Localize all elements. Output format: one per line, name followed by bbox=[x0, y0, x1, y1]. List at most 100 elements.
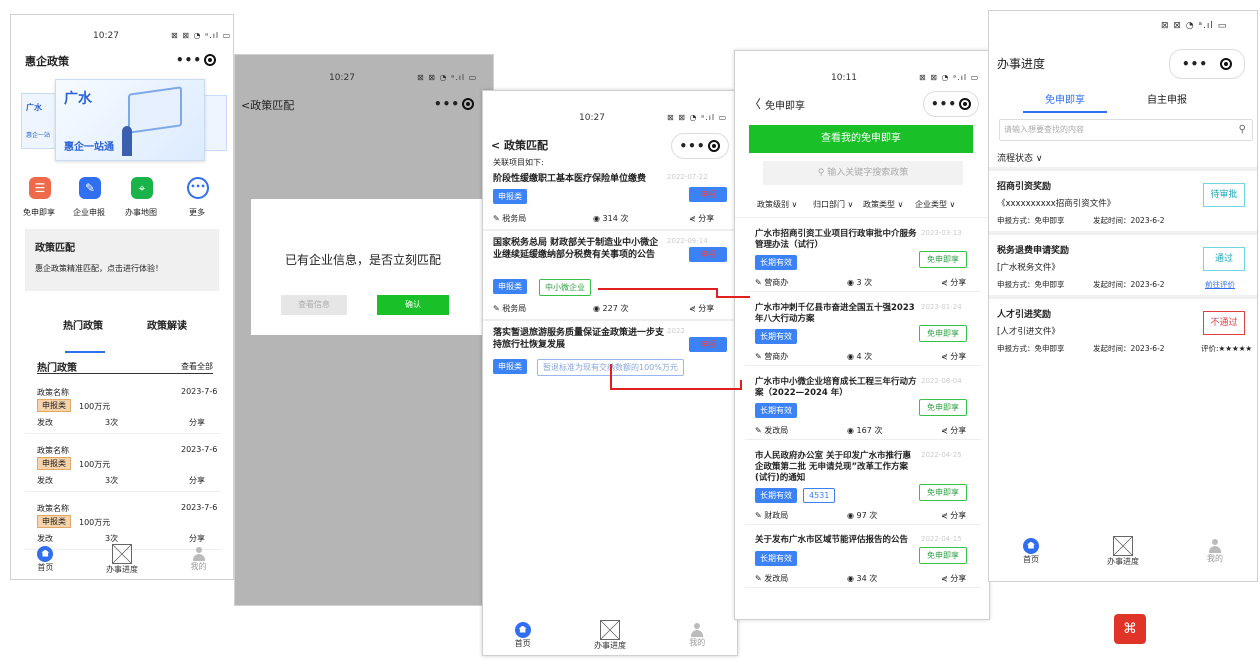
hot-view-all[interactable]: 查看全部 bbox=[181, 361, 213, 372]
tab-home-label: 首页 bbox=[1023, 554, 1039, 564]
policy-item-title[interactable]: 国家税务总局 财政部关于制造业中小微企业继续延缓缴纳部分税费有关事项的公告 bbox=[493, 237, 665, 261]
progress-item-title[interactable]: 人才引进奖励 bbox=[997, 307, 1051, 320]
policy-item-dept: ✎ 发改局 bbox=[755, 573, 788, 584]
more-icon[interactable]: ••• bbox=[1182, 57, 1208, 71]
hot-item-share[interactable]: 分享 bbox=[189, 417, 205, 428]
capsule-menu[interactable]: ••• bbox=[923, 91, 979, 117]
policy-item-share[interactable]: ⋞ 分享 bbox=[941, 277, 966, 288]
tab-mianshen[interactable]: 免申即享 bbox=[1045, 91, 1085, 106]
policy-item-share[interactable]: ⋞ 分享 bbox=[941, 573, 966, 584]
flow-status-filter[interactable]: 流程状态 ∨ bbox=[997, 151, 1042, 164]
match-dialog: 已有企业信息，是否立刻匹配 查看信息 确认 bbox=[251, 199, 493, 335]
tab-progress[interactable]: 办事进度 bbox=[105, 543, 138, 575]
more-icon[interactable]: ••• bbox=[679, 139, 705, 153]
policy-item-title[interactable]: 市人民政府办公室 关于印发广水市推行惠企政策第二批 无申请兑现”改革工作方案(试… bbox=[755, 451, 917, 484]
progress-item-doc: [广水税务文件》 bbox=[997, 263, 1060, 273]
tab-progress-label: 办事进度 bbox=[105, 564, 138, 574]
search-input[interactable]: ⚲ 输入关键字搜索政策 bbox=[763, 161, 963, 185]
filter-type[interactable]: 政策类型 ∨ bbox=[863, 199, 903, 210]
icon-more[interactable]: ••• bbox=[187, 177, 209, 199]
tab-hot-policy[interactable]: 热门政策 bbox=[63, 317, 103, 332]
hot-item-share[interactable]: 分享 bbox=[189, 475, 205, 486]
connector-line bbox=[610, 364, 612, 390]
tab-me[interactable]: 我的 bbox=[689, 622, 705, 648]
page-title: 惠企政策 bbox=[25, 55, 69, 68]
hot-item-name[interactable]: 政策名称 bbox=[37, 503, 69, 514]
page-title[interactable]: < 政策匹配 bbox=[491, 137, 548, 153]
policy-item-date: 2022-07-22 bbox=[667, 173, 708, 181]
capsule-menu[interactable]: ••• bbox=[427, 91, 481, 117]
home-icon bbox=[1023, 537, 1039, 554]
policy-item-share[interactable]: ⋞ 分享 bbox=[941, 510, 966, 521]
progress-status-badge[interactable]: 不通过 bbox=[1203, 311, 1245, 335]
tab-me-label: 我的 bbox=[1207, 553, 1223, 563]
policy-item-share[interactable]: ⋞ 分享 bbox=[689, 303, 714, 314]
policy-item-title[interactable]: 落实暂退旅游服务质量保证金政策进一步支持旅行社恢复发展 bbox=[493, 327, 665, 351]
progress-status-badge[interactable]: 通过 bbox=[1203, 247, 1245, 271]
progress-status-badge[interactable]: 待审批 bbox=[1203, 183, 1245, 207]
filter-company[interactable]: 企业类型 ∨ bbox=[915, 199, 955, 210]
hot-item-name[interactable]: 政策名称 bbox=[37, 387, 69, 398]
policy-item-title[interactable]: 广水市冲刺千亿县市奋进全国五十强2023 年八大行动方案 bbox=[755, 303, 917, 325]
progress-item-title[interactable]: 招商引资奖励 bbox=[997, 179, 1051, 192]
filter-level[interactable]: 政策级别 ∨ bbox=[757, 199, 797, 210]
tab-me[interactable]: 我的 bbox=[191, 546, 207, 572]
filter-dept[interactable]: 归口部门 ∨ bbox=[813, 199, 853, 210]
tab-self-apply[interactable]: 自主申报 bbox=[1147, 91, 1187, 106]
share-icon: ⋞ bbox=[689, 304, 699, 313]
hot-item-count: 3次 bbox=[105, 418, 119, 427]
dialog-cancel-button[interactable]: 查看信息 bbox=[281, 295, 347, 315]
dept-icon: ✎ bbox=[755, 426, 765, 435]
close-icon[interactable] bbox=[708, 140, 721, 152]
progress-item-title[interactable]: 税务退费申请奖励 bbox=[997, 243, 1069, 256]
policy-item-title[interactable]: 关于发布广水市区域节能评估报告的公告 bbox=[755, 535, 917, 546]
banner-main[interactable]: 广水 惠企一站通 bbox=[55, 79, 205, 161]
close-icon[interactable] bbox=[461, 98, 474, 110]
go-rate-link[interactable]: 前往评价 bbox=[1205, 279, 1235, 290]
policy-item-views: ◉ 167 次 bbox=[847, 425, 882, 436]
icon-mian-shen[interactable]: ☰ bbox=[29, 177, 51, 199]
filter-type-label: 政策类型 bbox=[863, 200, 895, 209]
view-my-mianshen-label: 查看我的免申即享 bbox=[821, 133, 901, 144]
tab-indicator bbox=[1023, 111, 1107, 113]
policy-item-share[interactable]: ⋞ 分享 bbox=[941, 351, 966, 362]
policy-item-badge: 免申即享 bbox=[919, 325, 967, 342]
policy-item-share[interactable]: ⋞ 分享 bbox=[689, 213, 714, 224]
more-icon[interactable]: ••• bbox=[434, 97, 460, 111]
policy-item-title[interactable]: 广水市中小微企业培育成长工程三年行动方案（2022—2024 年） bbox=[755, 377, 917, 399]
capsule-menu[interactable]: ••• bbox=[671, 133, 729, 159]
policy-item-share[interactable]: ⋞ 分享 bbox=[941, 425, 966, 436]
more-icon[interactable]: ••• bbox=[176, 53, 202, 67]
tab-progress[interactable]: 办事进度 bbox=[1107, 535, 1139, 567]
search-input[interactable]: 请输入想要查找的内容 ⚲ bbox=[999, 119, 1253, 141]
policy-item-title[interactable]: 阶段性缓缴职工基本医疗保险单位缴费 bbox=[493, 173, 665, 185]
capsule-menu[interactable]: ••• bbox=[1169, 49, 1245, 79]
tab-home[interactable]: 首页 bbox=[37, 545, 54, 573]
policy-item-title[interactable]: 广水市招商引资工业项目行政审批中介服务管理办法（试行） bbox=[755, 229, 917, 251]
tab-me[interactable]: 我的 bbox=[1207, 538, 1223, 564]
close-icon[interactable] bbox=[958, 98, 971, 110]
tab-progress[interactable]: 办事进度 bbox=[594, 619, 626, 651]
hot-item-name[interactable]: 政策名称 bbox=[37, 445, 69, 456]
back-icon[interactable]: 〈 bbox=[749, 95, 761, 112]
dialog-confirm-button[interactable]: 确认 bbox=[377, 295, 449, 315]
page-title[interactable]: <政策匹配 bbox=[241, 97, 294, 113]
policy-item-divider bbox=[745, 524, 981, 525]
policy-match-box[interactable]: 政策匹配 惠企政策精准匹配，点击进行体验！ bbox=[25, 229, 219, 291]
icon-qiye-shenbao[interactable]: ✎ bbox=[79, 177, 101, 199]
tab-home[interactable]: 首页 bbox=[1023, 537, 1039, 565]
close-icon[interactable] bbox=[203, 54, 216, 66]
tab-policy-interpret[interactable]: 政策解读 bbox=[147, 317, 187, 332]
icon-map[interactable]: ⌖ bbox=[131, 177, 153, 199]
tab-home[interactable]: 首页 bbox=[514, 621, 531, 649]
policy-item-badge: 免申即享 bbox=[919, 251, 967, 268]
hot-item-divider bbox=[25, 433, 221, 434]
more-icon[interactable]: ••• bbox=[931, 97, 957, 111]
policy-item-views: ◉ 227 次 bbox=[593, 303, 628, 314]
progress-icon bbox=[599, 619, 620, 640]
policy-item-badge: 免申即享 bbox=[919, 547, 967, 564]
close-icon[interactable] bbox=[1219, 58, 1232, 70]
eye-icon: ◉ bbox=[847, 426, 857, 435]
capsule-menu[interactable]: ••• bbox=[169, 47, 223, 73]
view-my-mianshen-button[interactable]: 查看我的免申即享 bbox=[749, 125, 973, 153]
